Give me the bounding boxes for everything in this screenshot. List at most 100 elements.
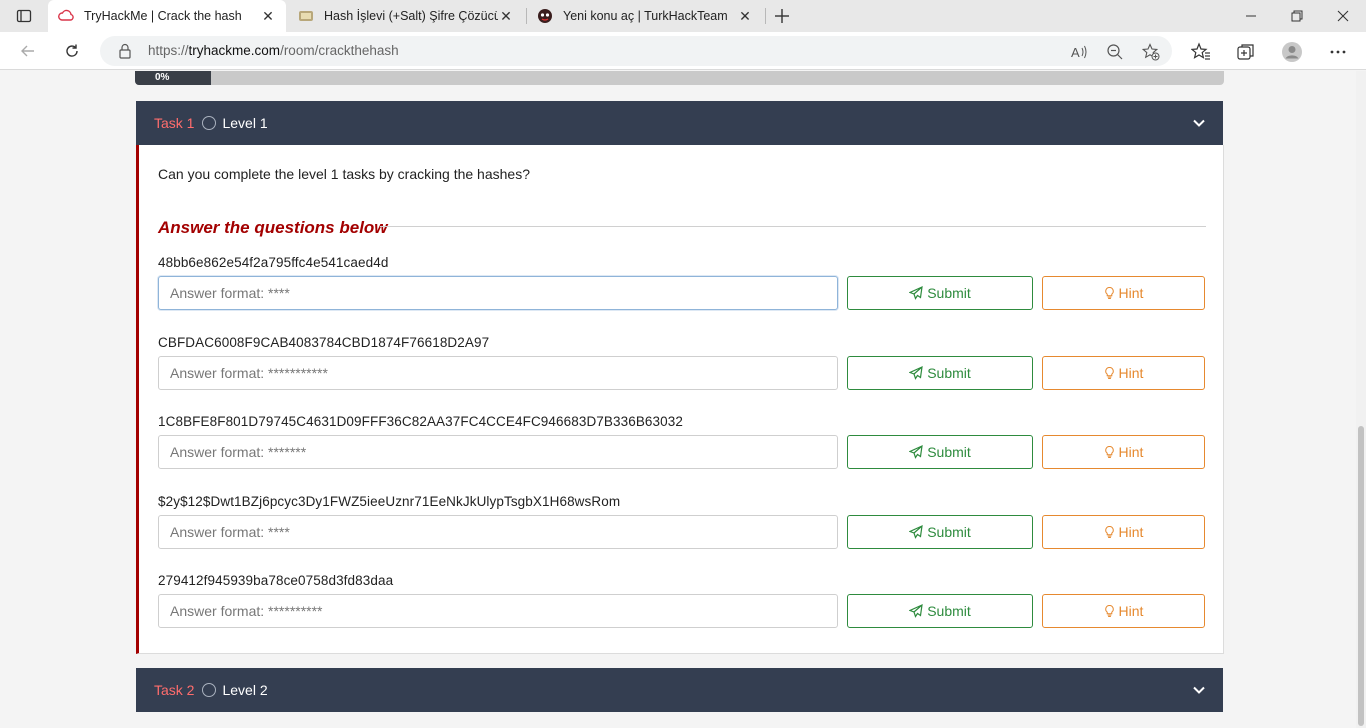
heading-divider [380, 226, 1206, 227]
answer-input[interactable] [158, 435, 838, 469]
submit-button[interactable]: Submit [847, 594, 1033, 628]
hint-label: Hint [1118, 603, 1144, 619]
hint-label: Hint [1118, 444, 1144, 460]
task-status-circle-icon [202, 683, 217, 697]
profile-avatar-icon[interactable] [1281, 41, 1303, 63]
lightbulb-icon [1104, 445, 1114, 459]
answer-row: Submit Hint [158, 594, 1208, 628]
minimize-icon[interactable] [1228, 0, 1274, 32]
paper-plane-icon [909, 525, 923, 539]
lightbulb-icon [1104, 366, 1114, 380]
close-window-icon[interactable] [1320, 0, 1366, 32]
answer-row: Submit Hint [158, 356, 1208, 390]
hash-site-favicon-icon [298, 8, 314, 24]
add-favorite-icon[interactable] [1142, 43, 1160, 61]
hint-button[interactable]: Hint [1042, 276, 1205, 310]
paper-plane-icon [909, 445, 923, 459]
hint-button[interactable]: Hint [1042, 515, 1205, 549]
scrollbar-thumb[interactable] [1358, 426, 1364, 726]
paper-plane-icon [909, 604, 923, 618]
task-label: Task 2 [154, 682, 195, 698]
collections-icon[interactable] [1235, 41, 1257, 63]
answer-row: Submit Hint [158, 515, 1208, 549]
question-hash: 1C8BFE8F801D79745C4631D09FFF36C82AA37FC4… [158, 414, 683, 429]
submit-label: Submit [927, 603, 971, 619]
hint-button[interactable]: Hint [1042, 356, 1205, 390]
question-hash: $2y$12$Dwt1BZj6pcyc3Dy1FWZ5ieeUznr71EeNk… [158, 494, 621, 509]
submit-button[interactable]: Submit [847, 276, 1033, 310]
task-1-body: Can you complete the level 1 tasks by cr… [136, 145, 1224, 654]
submit-label: Submit [927, 444, 971, 460]
answer-row: Submit Hint [158, 276, 1208, 310]
task-label: Task 1 [154, 115, 195, 131]
more-menu-icon[interactable] [1327, 41, 1349, 63]
answer-input[interactable] [158, 356, 838, 390]
task-2-header[interactable]: Task 2 Level 2 [136, 668, 1223, 712]
tab-hash-islevi[interactable]: Hash İşlevi (+Salt) Şifre Çözücü - ✕ [288, 0, 524, 32]
close-tab-icon[interactable]: ✕ [498, 8, 514, 24]
chevron-down-icon[interactable] [1191, 682, 1207, 698]
hint-label: Hint [1118, 524, 1144, 540]
submit-button[interactable]: Submit [847, 515, 1033, 549]
task-title: Level 1 [222, 115, 268, 131]
refresh-icon[interactable] [58, 37, 86, 65]
hint-label: Hint [1118, 365, 1144, 381]
submit-button[interactable]: Submit [847, 435, 1033, 469]
hint-button[interactable]: Hint [1042, 435, 1205, 469]
favorites-icon[interactable] [1190, 41, 1212, 63]
tab-tryhackme[interactable]: TryHackMe | Crack the hash ✕ [48, 0, 286, 32]
lightbulb-icon [1104, 286, 1114, 300]
page-scrollbar[interactable] [1356, 71, 1366, 728]
task-1-header[interactable]: Task 1 Level 1 [136, 101, 1223, 145]
submit-label: Submit [927, 365, 971, 381]
close-tab-icon[interactable]: ✕ [260, 8, 276, 24]
tab-actions-icon[interactable] [10, 6, 38, 26]
paper-plane-icon [909, 366, 923, 380]
tab-title: Yeni konu aç | TurkHackTeam [563, 9, 728, 23]
answer-heading: Answer the questions below [158, 218, 388, 237]
chevron-down-icon[interactable] [1191, 115, 1207, 131]
progress-fill [135, 71, 212, 85]
hint-button[interactable]: Hint [1042, 594, 1205, 628]
url-text: https://tryhackme.com/room/crackthehash [148, 43, 399, 58]
submit-label: Submit [927, 285, 971, 301]
lightbulb-icon [1104, 525, 1114, 539]
hint-label: Hint [1118, 285, 1144, 301]
room-progress-bar: 0% [135, 71, 1224, 85]
tab-separator [765, 8, 766, 24]
back-icon[interactable] [14, 37, 42, 65]
browser-tab-bar: TryHackMe | Crack the hash ✕ Hash İşlevi… [0, 0, 1366, 32]
read-aloud-icon[interactable]: A [1070, 43, 1088, 61]
tab-turkhackteam[interactable]: Yeni konu aç | TurkHackTeam ✕ [527, 0, 763, 32]
submit-label: Submit [927, 524, 971, 540]
task-status-circle-icon [202, 116, 217, 130]
answer-row: Submit Hint [158, 435, 1208, 469]
question-2: CBFDAC6008F9CAB4083784CBD1874F76618D2A97… [158, 335, 1208, 390]
page-content: 0% Task 1 Level 1 Can you complete the l… [0, 71, 1356, 728]
tryhackme-favicon-icon [58, 8, 74, 24]
restore-icon[interactable] [1274, 0, 1320, 32]
progress-label: 0% [155, 72, 170, 83]
question-3: 1C8BFE8F801D79745C4631D09FFF36C82AA37FC4… [158, 414, 1208, 469]
zoom-out-icon[interactable] [1106, 43, 1124, 61]
close-tab-icon[interactable]: ✕ [737, 8, 753, 24]
svg-text:A: A [1071, 45, 1080, 60]
answer-input[interactable] [158, 515, 838, 549]
task-title: Level 2 [222, 682, 268, 698]
answer-input[interactable] [158, 594, 838, 628]
tab-title: TryHackMe | Crack the hash [84, 9, 242, 23]
new-tab-icon[interactable] [770, 4, 794, 28]
answer-input[interactable] [158, 276, 838, 310]
lock-icon[interactable] [118, 43, 132, 59]
question-hash: CBFDAC6008F9CAB4083784CBD1874F76618D2A97 [158, 335, 490, 350]
paper-plane-icon [909, 286, 923, 300]
lightbulb-icon [1104, 604, 1114, 618]
turkhackteam-favicon-icon [537, 8, 553, 24]
question-4: $2y$12$Dwt1BZj6pcyc3Dy1FWZ5ieeUznr71EeNk… [158, 494, 1208, 549]
question-5: 279412f945939ba78ce0758d3fd83daa Submit … [158, 573, 1208, 628]
question-hash: 279412f945939ba78ce0758d3fd83daa [158, 573, 394, 588]
submit-button[interactable]: Submit [847, 356, 1033, 390]
question-hash: 48bb6e862e54f2a795ffc4e541caed4d [158, 255, 389, 270]
address-bar[interactable]: https://tryhackme.com/room/crackthehash … [100, 36, 1172, 66]
question-1: 48bb6e862e54f2a795ffc4e541caed4d Submit … [158, 255, 1208, 310]
